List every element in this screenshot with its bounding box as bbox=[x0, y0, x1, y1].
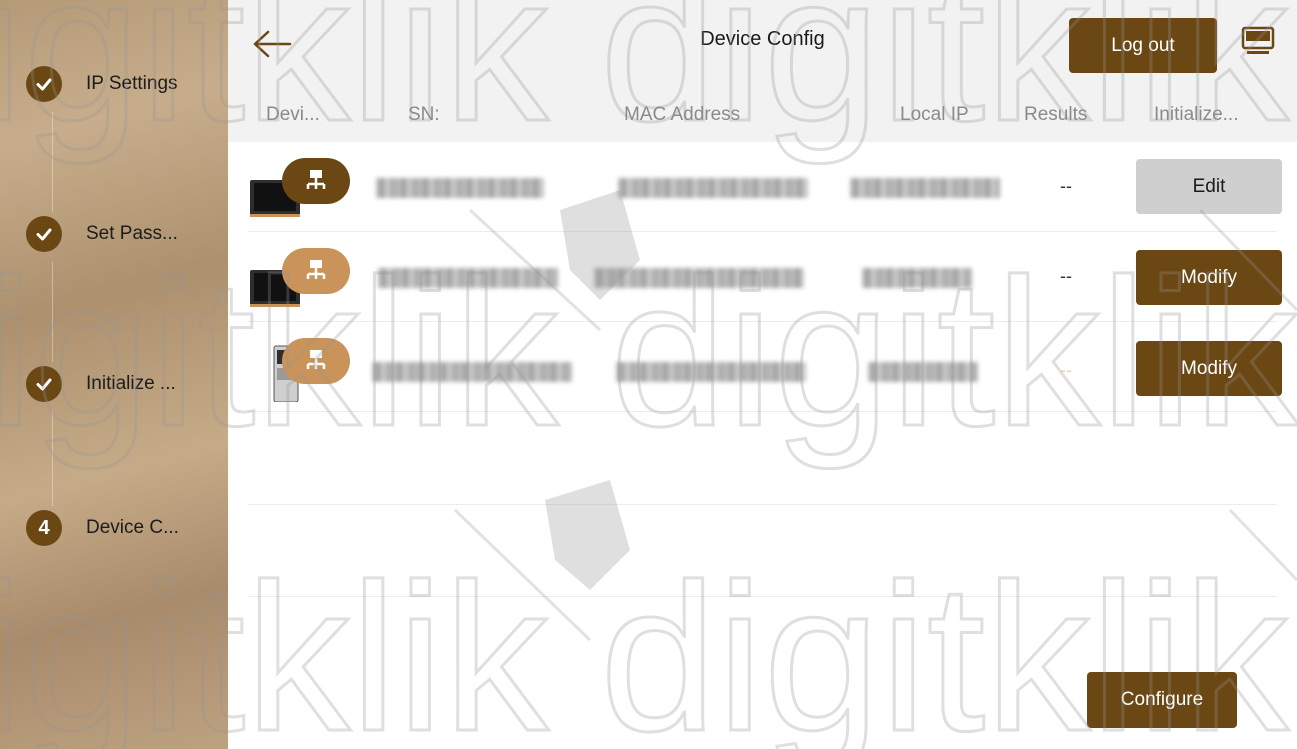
table-row: -- Modify bbox=[228, 322, 1297, 412]
result-value: -- bbox=[1060, 176, 1072, 196]
configure-button[interactable]: Configure bbox=[1087, 672, 1237, 728]
column-header-device: Devi... bbox=[266, 104, 320, 125]
blurred-mac bbox=[618, 178, 808, 198]
step-label: Initialize ... bbox=[86, 373, 176, 394]
modify-button[interactable]: Modify bbox=[1136, 250, 1282, 305]
empty-row-divider bbox=[248, 504, 1277, 505]
table-row: -- Edit bbox=[228, 142, 1297, 232]
step-number-badge: 4 bbox=[26, 510, 62, 546]
indoor-monitor-icon bbox=[246, 242, 356, 312]
step-set-password[interactable]: Set Pass... bbox=[26, 212, 178, 256]
table-row: -- Modify bbox=[228, 232, 1297, 322]
step-device-config[interactable]: 4 Device C... bbox=[26, 506, 179, 550]
column-header-results: Results bbox=[1024, 104, 1088, 125]
step-connector bbox=[52, 112, 53, 212]
modify-button[interactable]: Modify bbox=[1136, 341, 1282, 396]
logout-button[interactable]: Log out bbox=[1069, 18, 1217, 73]
blurred-mac bbox=[594, 268, 804, 288]
step-label: IP Settings bbox=[86, 73, 178, 94]
blurred-sn bbox=[378, 268, 558, 288]
result-value: -- bbox=[1060, 360, 1072, 380]
step-initialize[interactable]: Initialize ... bbox=[26, 362, 176, 406]
display-icon[interactable] bbox=[1241, 26, 1275, 56]
column-header-local-ip: Local IP bbox=[900, 104, 969, 125]
door-station-icon bbox=[246, 332, 356, 403]
step-connector bbox=[52, 410, 53, 506]
step-label: Set Pass... bbox=[86, 223, 178, 244]
device-config-screen: IP Settings Set Pass... Initialize ... 4… bbox=[0, 0, 1297, 749]
blurred-ip bbox=[862, 268, 972, 288]
indoor-monitor-icon bbox=[246, 152, 356, 222]
step-ip-settings[interactable]: IP Settings bbox=[26, 62, 178, 106]
result-value: -- bbox=[1060, 266, 1072, 286]
step-label: Device C... bbox=[86, 517, 179, 538]
check-icon bbox=[26, 216, 62, 252]
blurred-sn bbox=[376, 178, 544, 198]
column-header-initialize: Initialize... bbox=[1154, 104, 1239, 125]
column-header-sn: SN: bbox=[408, 104, 440, 125]
step-connector bbox=[52, 262, 53, 362]
blurred-mac bbox=[616, 362, 806, 382]
row-divider bbox=[248, 411, 1277, 412]
check-icon bbox=[26, 66, 62, 102]
blurred-sn bbox=[372, 362, 572, 382]
blurred-ip bbox=[850, 178, 1000, 198]
check-icon bbox=[26, 366, 62, 402]
main-panel: Device Config Log out Devi... SN: MAC Ad… bbox=[228, 0, 1297, 749]
blurred-ip bbox=[868, 362, 978, 382]
edit-button[interactable]: Edit bbox=[1136, 159, 1282, 214]
column-header-mac: MAC Address bbox=[624, 104, 741, 125]
header-bar: Device Config Log out Devi... SN: MAC Ad… bbox=[228, 0, 1297, 142]
setup-steps-sidebar: IP Settings Set Pass... Initialize ... 4… bbox=[0, 0, 228, 749]
empty-row-divider bbox=[248, 596, 1277, 597]
